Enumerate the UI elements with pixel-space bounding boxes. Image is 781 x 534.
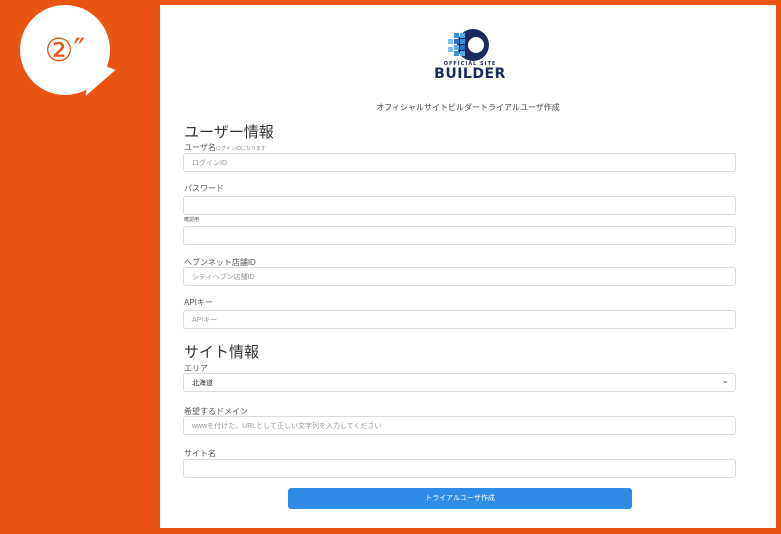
heaven-id-input[interactable]: シティヘブン店舗ID [183, 267, 736, 286]
heaven-id-placeholder: シティヘブン店舗ID [192, 274, 255, 281]
password-confirm-input[interactable] [183, 226, 736, 245]
step-badge: ②″ [44, 31, 86, 69]
username-placeholder: ログインID [192, 160, 227, 167]
site-info-heading: サイト情報 [184, 344, 260, 361]
area-select[interactable]: 北海道 ⌄ [183, 373, 736, 392]
api-key-label: APIキー [184, 298, 213, 307]
api-key-placeholder: APIキー [192, 317, 218, 324]
domain-placeholder: wwwを付けた、URLとして正しい文字列を入力してください [192, 423, 382, 430]
logo-wordmark: OFFICIAL SITE BUILDER [422, 61, 518, 81]
chevron-down-icon: ⌄ [721, 376, 729, 386]
user-info-heading: ユーザー情報 [184, 124, 274, 141]
password-label: パスワード [184, 184, 224, 193]
logo-big-text: BUILDER [434, 66, 506, 82]
site-name-label: サイト名 [184, 449, 216, 458]
domain-input[interactable]: wwwを付けた、URLとして正しい文字列を入力してください [183, 416, 736, 435]
create-trial-user-button[interactable]: トライアルユーザ作成 [288, 488, 632, 509]
form-panel: OFFICIAL SITE BUILDER オフィシャルサイトビルダートライアル… [160, 5, 776, 528]
username-hint: ログインIDになります [215, 146, 266, 152]
api-key-input[interactable]: APIキー [183, 310, 736, 329]
username-input[interactable]: ログインID [183, 153, 736, 172]
area-selected-value: 北海道 [192, 380, 213, 387]
username-label-text: ユーザ名 [184, 143, 216, 152]
page-subtitle: オフィシャルサイトビルダートライアルユーザ作成 [376, 103, 560, 112]
site-name-input[interactable] [183, 459, 736, 478]
username-label: ユーザ名ログインIDになります [184, 142, 266, 153]
password-confirm-label: 確認用 [184, 217, 200, 223]
password-input[interactable] [183, 196, 736, 215]
